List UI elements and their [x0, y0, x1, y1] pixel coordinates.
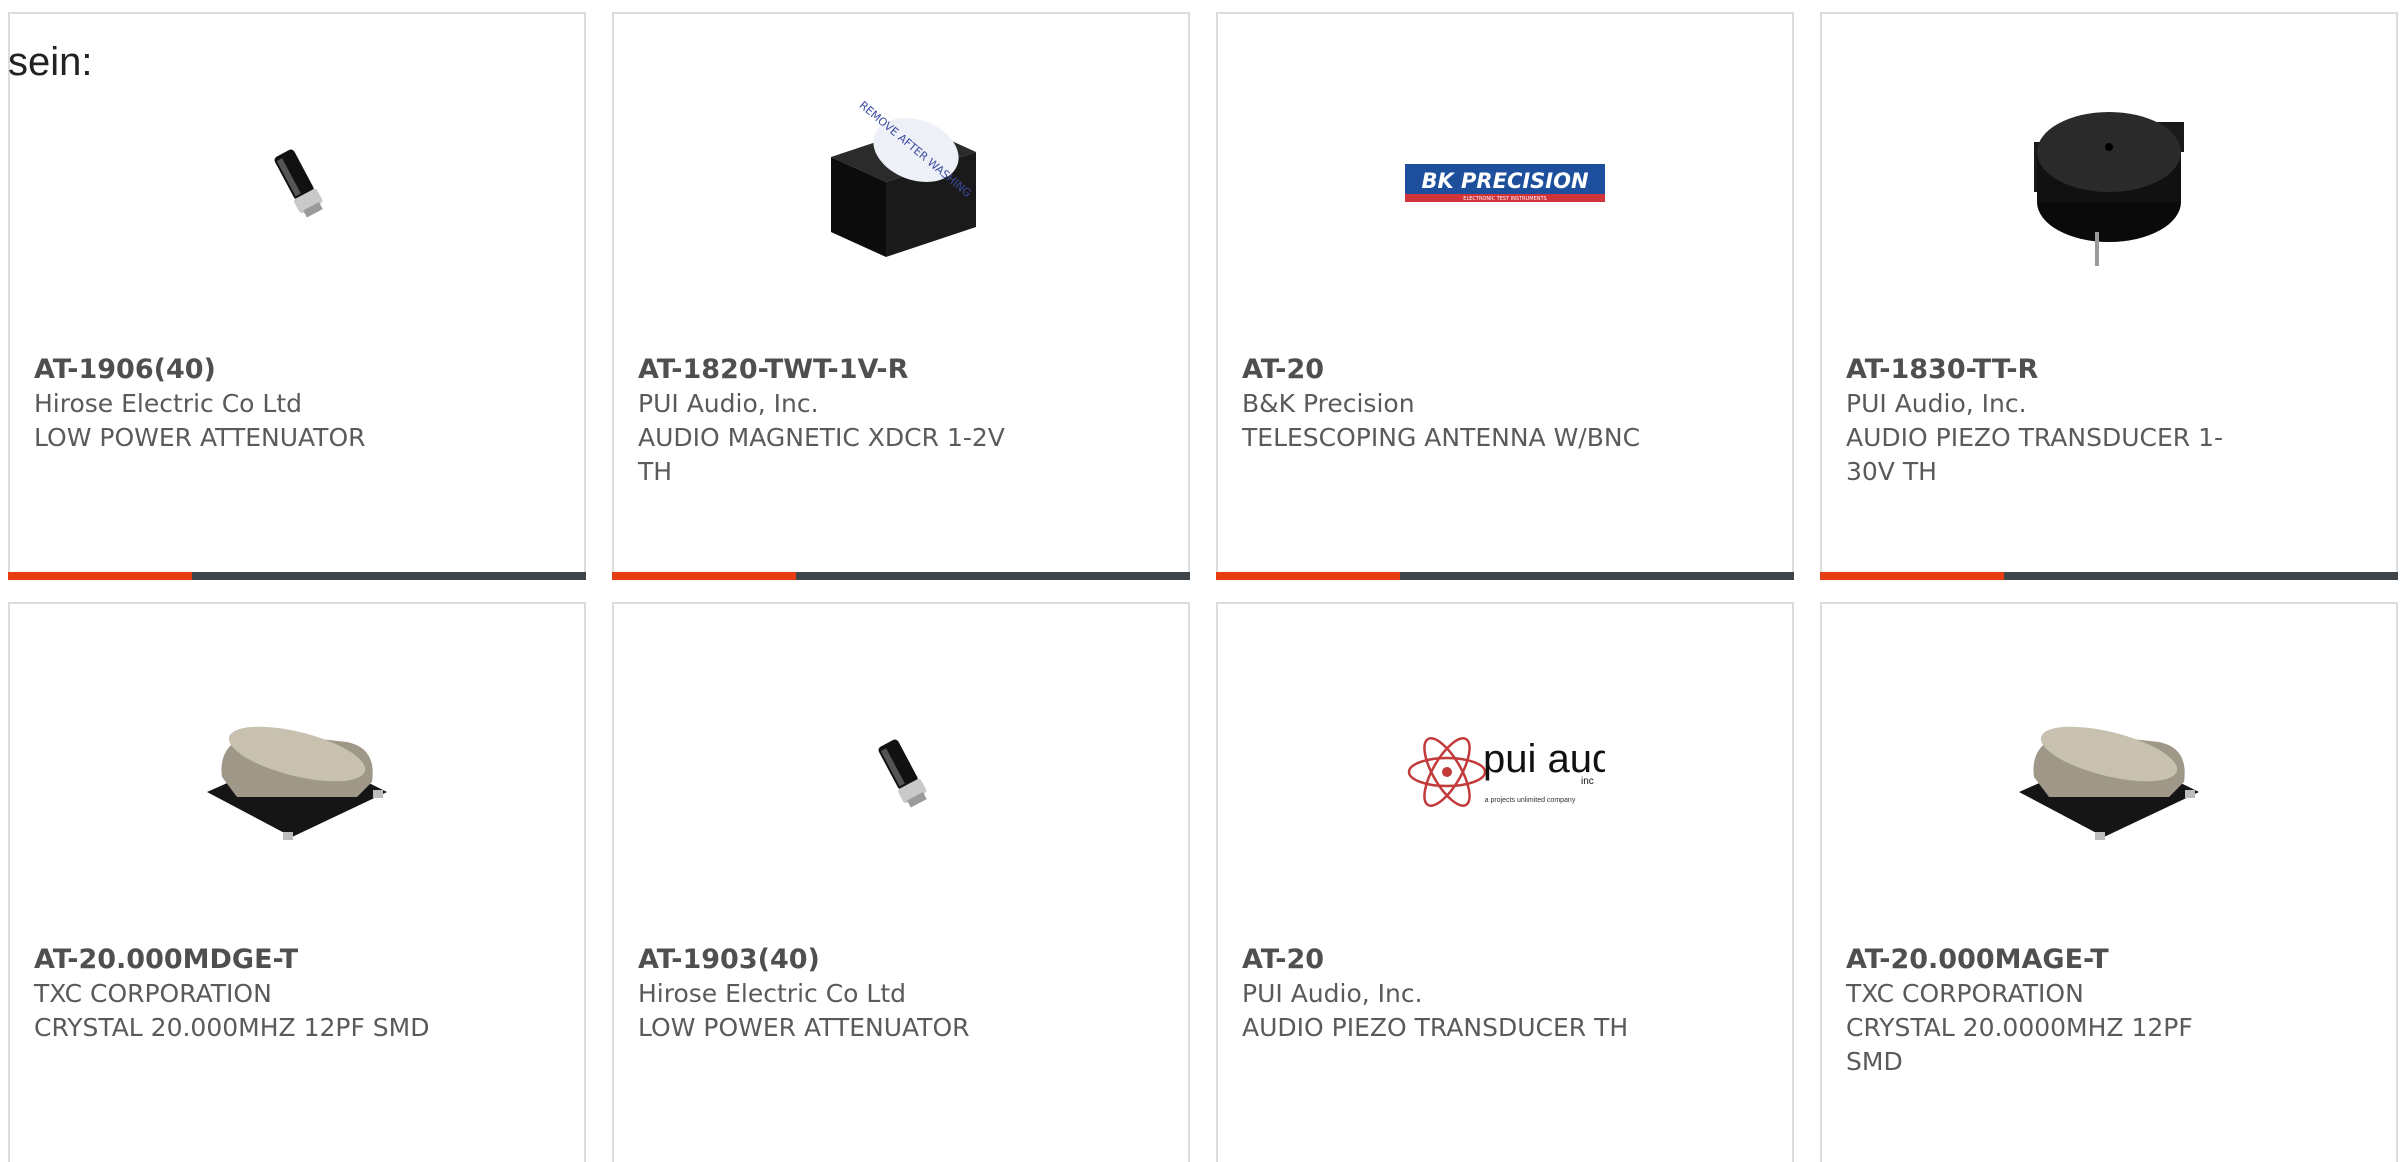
description: CRYSTAL 20.000MHZ 12PF SMD [34, 1013, 430, 1042]
description: AUDIO MAGNETIC XDCR 1-2V TH [638, 423, 1005, 486]
part-number[interactable]: AT-1820-TWT-1V-R [638, 353, 1158, 387]
description: TELESCOPING ANTENNA W/BNC [1242, 423, 1641, 452]
black-cylinder-attenuator-icon [197, 82, 397, 282]
bk-logo-text: BK PRECISION [1421, 169, 1589, 193]
card-accent-bar [1820, 572, 2004, 580]
manufacturer: B&K Precision [1242, 389, 1415, 418]
product-card[interactable]: REMOVE AFTER WASHING AT-1820-TWT-1V-R PU… [612, 12, 1190, 580]
black-cube-buzzer-with-label-icon: REMOVE AFTER WASHING [801, 82, 1001, 282]
bk-logo-subtext: ELECTRONIC TEST INSTRUMENTS [1463, 196, 1546, 202]
manufacturer: PUI Audio, Inc. [638, 389, 819, 418]
part-number[interactable]: AT-20.000MDGE-T [34, 943, 554, 977]
part-number[interactable]: AT-1830-TT-R [1846, 353, 2366, 387]
manufacturer: PUI Audio, Inc. [1242, 979, 1423, 1008]
bk-precision-logo: BK PRECISION ELECTRONIC TEST INSTRUMENTS [1405, 82, 1605, 282]
card-accent-bar [8, 572, 192, 580]
manufacturer: TXC CORPORATION [34, 979, 272, 1008]
manufacturer: Hirose Electric Co Ltd [638, 979, 907, 1008]
pui-logo-inc: inc [1581, 776, 1594, 787]
pui-logo-text: pui audio [1483, 737, 1605, 781]
product-card[interactable]: AT-20.000MDGE-T TXC CORPORATION CRYSTAL … [8, 602, 586, 1162]
product-card[interactable]: pui audio inc a projects unlimited compa… [1216, 602, 1794, 1162]
card-bottom-bar [8, 572, 586, 580]
product-card[interactable]: AT-1903(40) Hirose Electric Co Ltd LOW P… [612, 602, 1190, 1162]
part-number[interactable]: AT-20 [1242, 943, 1762, 977]
pui-audio-logo: pui audio inc a projects unlimited compa… [1405, 672, 1605, 872]
description: CRYSTAL 20.0000MHZ 12PF SMD [1846, 1013, 2193, 1076]
intro-text: sein: [8, 40, 93, 84]
card-accent-bar [1216, 572, 1400, 580]
product-grid: AT-1906(40) Hirose Electric Co Ltd LOW P… [8, 12, 2400, 1162]
description: AUDIO PIEZO TRANSDUCER TH [1242, 1013, 1629, 1042]
description: AUDIO PIEZO TRANSDUCER 1-30V TH [1846, 423, 2223, 486]
part-number[interactable]: AT-1906(40) [34, 353, 554, 387]
product-card[interactable]: BK PRECISION ELECTRONIC TEST INSTRUMENTS… [1216, 12, 1794, 580]
description: LOW POWER ATTENUATOR [34, 423, 366, 452]
card-bottom-bar [1820, 572, 2398, 580]
black-cylinder-attenuator-icon [801, 672, 1001, 872]
card-bottom-bar [612, 572, 1190, 580]
pui-logo-subtext: a projects unlimited company [1485, 797, 1576, 804]
part-number[interactable]: AT-1903(40) [638, 943, 1158, 977]
product-card[interactable]: AT-20.000MAGE-T TXC CORPORATION CRYSTAL … [1820, 602, 2398, 1162]
manufacturer: PUI Audio, Inc. [1846, 389, 2027, 418]
manufacturer: Hirose Electric Co Ltd [34, 389, 303, 418]
product-card[interactable]: AT-1906(40) Hirose Electric Co Ltd LOW P… [8, 12, 586, 580]
card-accent-bar [612, 572, 796, 580]
product-card[interactable]: AT-1830-TT-R PUI Audio, Inc. AUDIO PIEZO… [1820, 12, 2398, 580]
manufacturer: TXC CORPORATION [1846, 979, 2084, 1008]
description: LOW POWER ATTENUATOR [638, 1013, 970, 1042]
part-number[interactable]: AT-20.000MAGE-T [1846, 943, 2366, 977]
black-round-piezo-transducer-icon [2009, 82, 2209, 282]
card-bottom-bar [1216, 572, 1794, 580]
part-number[interactable]: AT-20 [1242, 353, 1762, 387]
metal-crystal-smd-icon [197, 672, 397, 872]
metal-crystal-smd-icon [2009, 672, 2209, 872]
